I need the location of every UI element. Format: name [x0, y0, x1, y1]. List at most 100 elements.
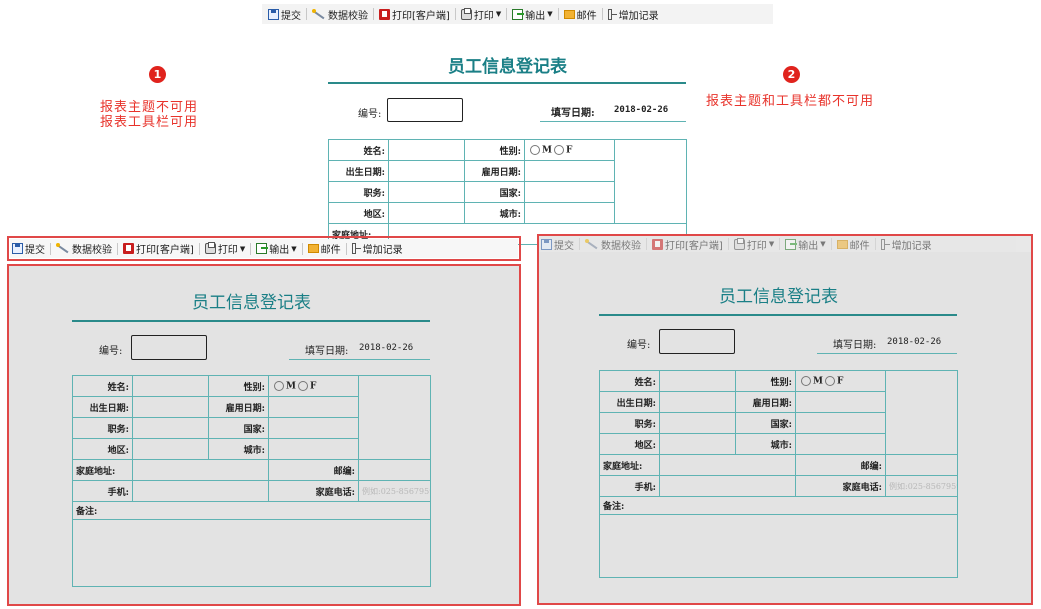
home-phone-field[interactable]: 例如:025-85679591 — [358, 480, 431, 502]
gender-radio-group[interactable]: MF — [524, 139, 615, 161]
hire-date-field[interactable] — [268, 396, 359, 418]
date-underline — [817, 353, 957, 354]
zip-field[interactable] — [885, 454, 958, 476]
id-input[interactable] — [387, 98, 463, 122]
form-table: 姓名: 性别: M F 出生日期: 雇用日期: 职务: 国家: 地区: 城市: 家庭地址: — [328, 139, 687, 245]
add-record-icon — [607, 8, 617, 20]
toolbar-divider — [50, 242, 51, 255]
wand-icon — [56, 243, 70, 254]
radio-icon[interactable] — [530, 144, 540, 155]
gender-radio-group[interactable]: MF — [268, 375, 359, 397]
table-row: 姓名: 性别: M F — [599, 370, 958, 455]
mobile-field[interactable] — [659, 475, 796, 497]
export-button[interactable]: 输出 ▼ — [254, 241, 298, 256]
country-field[interactable] — [268, 417, 359, 439]
region-field[interactable] — [659, 433, 736, 455]
name-field[interactable] — [659, 370, 736, 392]
title-underline — [328, 82, 686, 84]
validate-button[interactable]: 数据校验 — [54, 241, 114, 256]
gender-radio-group[interactable]: MF — [795, 370, 886, 392]
table-row — [72, 519, 431, 587]
form-table: 姓名: 性别: M F 出生日期: 雇用日期: 职务: 国家: 地区: 城市: 家庭地址: 邮… — [599, 370, 958, 578]
toolbar-divider — [646, 238, 647, 250]
home-phone-field[interactable]: 例如:025-85679591 — [885, 475, 958, 497]
add-record-button: 增加记录 — [879, 237, 934, 252]
region-field[interactable] — [388, 202, 465, 224]
case-2-panel: 提交 数据校验 打印[客户端] 打印 ▼ 输出 ▼ 邮件 增加记录 员工信息登记表 … — [539, 236, 1031, 603]
zip-field[interactable] — [358, 459, 431, 481]
export-button: 输出 ▼ — [783, 237, 827, 252]
name-field[interactable] — [388, 139, 465, 161]
export-button[interactable]: 输出 ▼ — [510, 7, 554, 22]
submit-button[interactable]: 提交 — [266, 7, 303, 22]
date-label: 填写日期: — [551, 108, 595, 119]
mail-icon — [836, 239, 848, 249]
printer-icon — [460, 7, 472, 20]
mail-button[interactable]: 邮件 — [306, 241, 343, 256]
remarks-field[interactable] — [599, 514, 958, 578]
country-field[interactable] — [795, 412, 886, 434]
birth-date-field[interactable] — [388, 160, 465, 182]
position-field[interactable] — [388, 181, 465, 203]
region-field[interactable] — [132, 438, 209, 460]
id-input[interactable] — [659, 329, 735, 354]
table-row: 姓名: 性别: M F — [328, 139, 687, 224]
save-icon — [268, 8, 279, 20]
pdf-icon — [379, 8, 390, 20]
title-underline — [72, 320, 430, 322]
remarks-field[interactable] — [72, 519, 431, 587]
add-record-button[interactable]: 增加记录 — [350, 241, 405, 256]
position-field[interactable] — [132, 417, 209, 439]
table-row — [599, 514, 958, 578]
validate-button[interactable]: 数据校验 — [310, 7, 370, 22]
date-underline — [289, 359, 430, 360]
mail-icon — [563, 9, 575, 19]
hire-date-field[interactable] — [795, 391, 886, 413]
radio-icon[interactable] — [297, 380, 308, 391]
city-field[interactable] — [795, 433, 886, 455]
title-underline — [599, 314, 957, 316]
toolbar-divider — [506, 8, 508, 20]
add-record-icon — [351, 243, 361, 254]
birth-date-field[interactable] — [132, 396, 209, 418]
country-field[interactable] — [524, 181, 615, 203]
toolbar-divider — [198, 242, 200, 255]
mail-icon — [307, 244, 319, 253]
mail-button[interactable]: 邮件 — [562, 7, 599, 22]
export-icon — [785, 238, 798, 250]
print-client-button[interactable]: 打印[客户端] — [377, 7, 452, 22]
radio-icon[interactable] — [824, 375, 835, 386]
print-button: 打印 ▼ — [732, 237, 776, 252]
radio-icon[interactable] — [801, 375, 811, 386]
add-record-icon — [880, 238, 890, 250]
address-field[interactable] — [659, 454, 796, 476]
toolbar-divider — [874, 238, 876, 250]
id-input[interactable] — [131, 335, 207, 360]
print-button[interactable]: 打印 ▼ — [459, 7, 503, 22]
print-client-button: 打印[客户端] — [650, 237, 725, 252]
caret-down-icon: ▼ — [495, 10, 502, 18]
form-title: 员工信息登记表 — [448, 57, 567, 77]
radio-icon[interactable] — [274, 380, 284, 391]
submit-button[interactable]: 提交 — [10, 241, 47, 256]
print-client-button[interactable]: 打印[客户端] — [121, 241, 196, 256]
validate-button: 数据校验 — [583, 237, 643, 252]
name-field[interactable] — [132, 375, 209, 397]
position-field[interactable] — [659, 412, 736, 434]
table-row: 备注: — [72, 501, 431, 520]
mobile-field[interactable] — [132, 480, 269, 502]
address-field[interactable] — [132, 459, 269, 481]
toolbar-divider — [250, 242, 252, 255]
hire-date-field[interactable] — [524, 160, 615, 182]
birth-date-field[interactable] — [659, 391, 736, 413]
radio-icon[interactable] — [553, 144, 564, 155]
toolbar-divider — [601, 8, 603, 20]
print-button[interactable]: 打印 ▼ — [203, 241, 247, 256]
city-field[interactable] — [268, 438, 359, 460]
city-field[interactable] — [524, 202, 615, 224]
add-record-button[interactable]: 增加记录 — [606, 7, 661, 22]
toolbar-divider — [373, 8, 374, 20]
date-label: 填写日期: — [305, 346, 349, 357]
toolbar-divider — [117, 242, 118, 255]
toolbar-divider — [306, 8, 307, 20]
